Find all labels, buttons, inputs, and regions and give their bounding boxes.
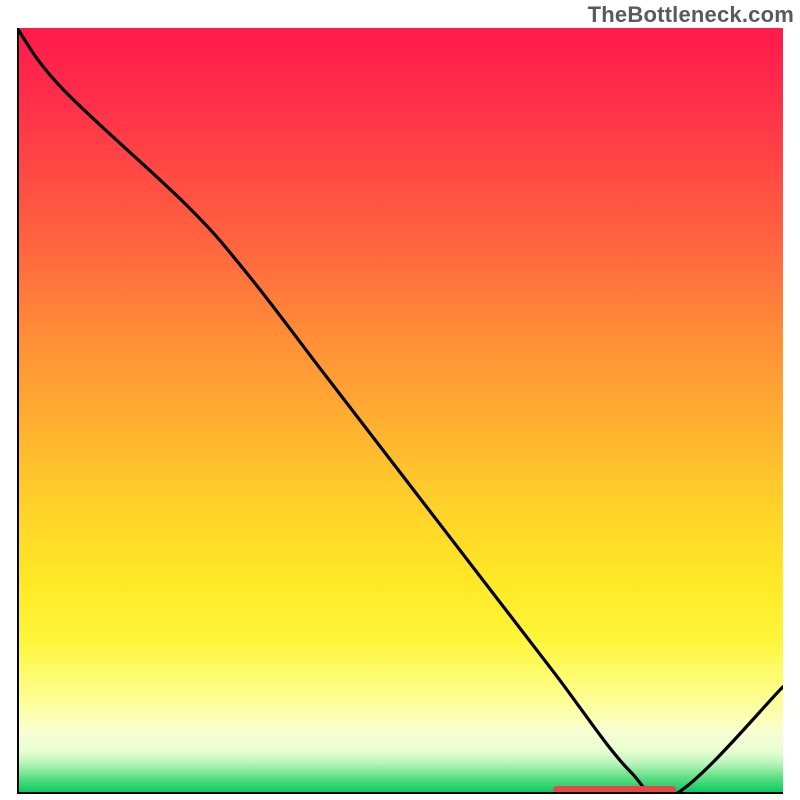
optimal-range-marker (553, 786, 676, 793)
gradient-background (17, 28, 783, 794)
chart-container: TheBottleneck.com (0, 0, 800, 800)
plot-area (17, 28, 783, 794)
watermark-text: TheBottleneck.com (588, 2, 794, 28)
